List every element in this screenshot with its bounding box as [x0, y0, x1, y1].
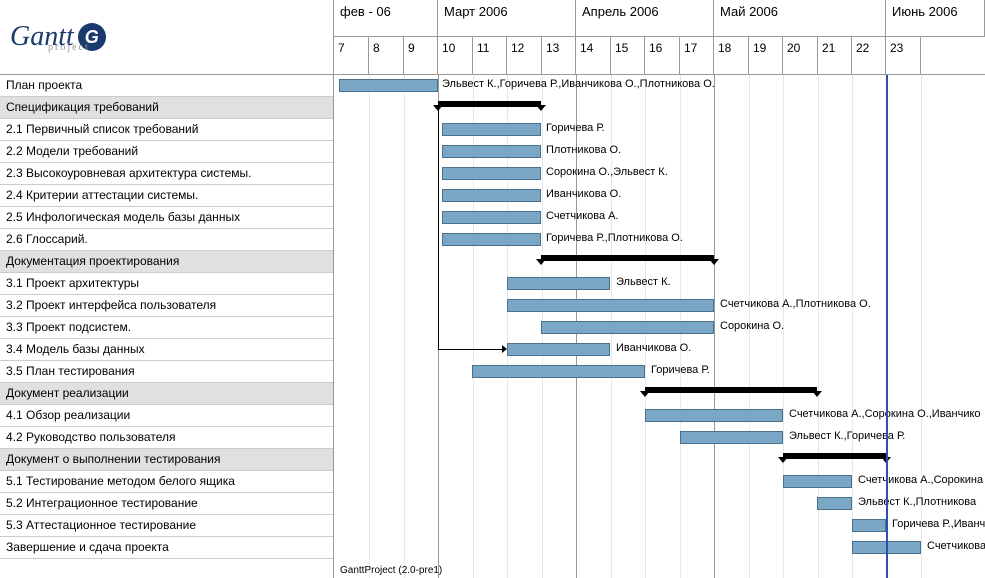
task-row[interactable]: 4.1 Обзор реализации: [0, 405, 333, 427]
task-row[interactable]: 2.4 Критерии аттестации системы.: [0, 185, 333, 207]
month-header: Июнь 2006: [886, 0, 985, 36]
week-header: 10: [438, 37, 473, 74]
week-header: 15: [611, 37, 645, 74]
task-assignee-label: Эльвест К.: [616, 276, 671, 288]
week-header: 14: [576, 37, 611, 74]
week-header: 21: [818, 37, 852, 74]
task-row[interactable]: Документ реализации: [0, 383, 333, 405]
summary-bar[interactable]: [645, 387, 817, 393]
task-row[interactable]: Документ о выполнении тестирования: [0, 449, 333, 471]
logo: Gantt project G: [0, 0, 333, 74]
summary-bar[interactable]: [541, 255, 714, 261]
task-assignee-label: Эльвест К.,Горичева Р.,Иванчикова О.,Пло…: [442, 78, 715, 90]
task-row[interactable]: 3.3 Проект подсистем.: [0, 317, 333, 339]
task-row[interactable]: 5.2 Интеграционное тестирование: [0, 493, 333, 515]
task-row[interactable]: 3.1 Проект архитектуры: [0, 273, 333, 295]
task-row[interactable]: 4.2 Руководство пользователя: [0, 427, 333, 449]
timeline-header: фев - 06Март 2006Апрель 2006Май 2006Июнь…: [333, 0, 985, 74]
task-bar[interactable]: [680, 431, 783, 444]
task-assignee-label: Плотникова О.: [546, 144, 621, 156]
task-assignee-label: Счетчикова: [927, 540, 985, 552]
week-header: 7: [334, 37, 369, 74]
summary-bar[interactable]: [783, 453, 886, 459]
task-row[interactable]: 3.5 План тестирования: [0, 361, 333, 383]
task-row[interactable]: Документация проектирования: [0, 251, 333, 273]
today-line: [886, 75, 888, 578]
task-row[interactable]: 5.1 Тестирование методом белого ящика: [0, 471, 333, 493]
month-header: Апрель 2006: [576, 0, 714, 36]
task-bar[interactable]: [339, 79, 438, 92]
task-row[interactable]: 2.1 Первичный список требований: [0, 119, 333, 141]
footer-version: GanttProject (2.0-pre1): [334, 563, 448, 578]
task-assignee-label: Иванчикова О.: [616, 342, 691, 354]
task-assignee-label: Сорокина О.: [720, 320, 784, 332]
week-header: 8: [369, 37, 404, 74]
task-assignee-label: Горичева Р.: [651, 364, 710, 376]
task-row[interactable]: 3.4 Модель базы данных: [0, 339, 333, 361]
logo-subtitle: project: [48, 42, 90, 53]
week-header: 9: [404, 37, 438, 74]
task-bar[interactable]: [442, 189, 541, 202]
task-assignee-label: Счетчикова А.: [546, 210, 619, 222]
week-header: 12: [507, 37, 542, 74]
task-bar[interactable]: [472, 365, 645, 378]
task-bar[interactable]: [541, 321, 714, 334]
task-row[interactable]: План проекта: [0, 75, 333, 97]
task-assignee-label: Счетчикова А.,Сорокина О.,Иванчико: [789, 408, 981, 420]
week-header: 13: [542, 37, 576, 74]
task-bar[interactable]: [783, 475, 852, 488]
task-row[interactable]: 2.5 Инфологическая модель базы данных: [0, 207, 333, 229]
task-bar[interactable]: [507, 277, 610, 290]
week-header: 23: [886, 37, 921, 74]
task-bar[interactable]: [442, 167, 541, 180]
week-header: 16: [645, 37, 680, 74]
task-bar[interactable]: [645, 409, 783, 422]
task-assignee-label: Счетчикова А.,Сорокина О.,Ив: [858, 474, 985, 486]
task-bar[interactable]: [442, 211, 541, 224]
task-row[interactable]: 2.6 Глоссарий.: [0, 229, 333, 251]
week-header: 11: [473, 37, 507, 74]
task-list[interactable]: План проектаСпецификация требований2.1 П…: [0, 75, 334, 578]
task-assignee-label: Иванчикова О.: [546, 188, 621, 200]
week-header: 18: [714, 37, 749, 74]
week-header: 17: [680, 37, 714, 74]
task-row[interactable]: 5.3 Аттестационное тестирование: [0, 515, 333, 537]
task-bar[interactable]: [442, 145, 541, 158]
task-assignee-label: Горичева Р.,Плотникова О.: [546, 232, 683, 244]
task-bar[interactable]: [817, 497, 852, 510]
week-header: 20: [783, 37, 818, 74]
summary-bar[interactable]: [438, 101, 541, 107]
week-header: 19: [749, 37, 783, 74]
task-row[interactable]: 3.2 Проект интерфейса пользователя: [0, 295, 333, 317]
task-assignee-label: Счетчикова А.,Плотникова О.: [720, 298, 871, 310]
task-row[interactable]: Завершение и сдача проекта: [0, 537, 333, 559]
task-bar[interactable]: [507, 299, 714, 312]
task-bar[interactable]: [442, 123, 541, 136]
task-bar[interactable]: [442, 233, 541, 246]
task-bar[interactable]: [852, 519, 886, 532]
week-header: 22: [852, 37, 886, 74]
task-assignee-label: Горичева Р.: [546, 122, 605, 134]
gantt-chart[interactable]: Эльвест К.,Горичева Р.,Иванчикова О.,Пло…: [334, 75, 985, 578]
task-row[interactable]: 2.3 Высокоуровневая архитектура системы.: [0, 163, 333, 185]
task-bar[interactable]: [507, 343, 610, 356]
task-assignee-label: Эльвест К.,Плотникова: [858, 496, 976, 508]
task-row[interactable]: Спецификация требований: [0, 97, 333, 119]
task-row[interactable]: 2.2 Модели требований: [0, 141, 333, 163]
task-assignee-label: Сорокина О.,Эльвест К.: [546, 166, 668, 178]
month-header: фев - 06: [334, 0, 438, 36]
month-header: Март 2006: [438, 0, 576, 36]
task-assignee-label: Горичева Р.,Иванч: [892, 518, 985, 530]
month-header: Май 2006: [714, 0, 886, 36]
